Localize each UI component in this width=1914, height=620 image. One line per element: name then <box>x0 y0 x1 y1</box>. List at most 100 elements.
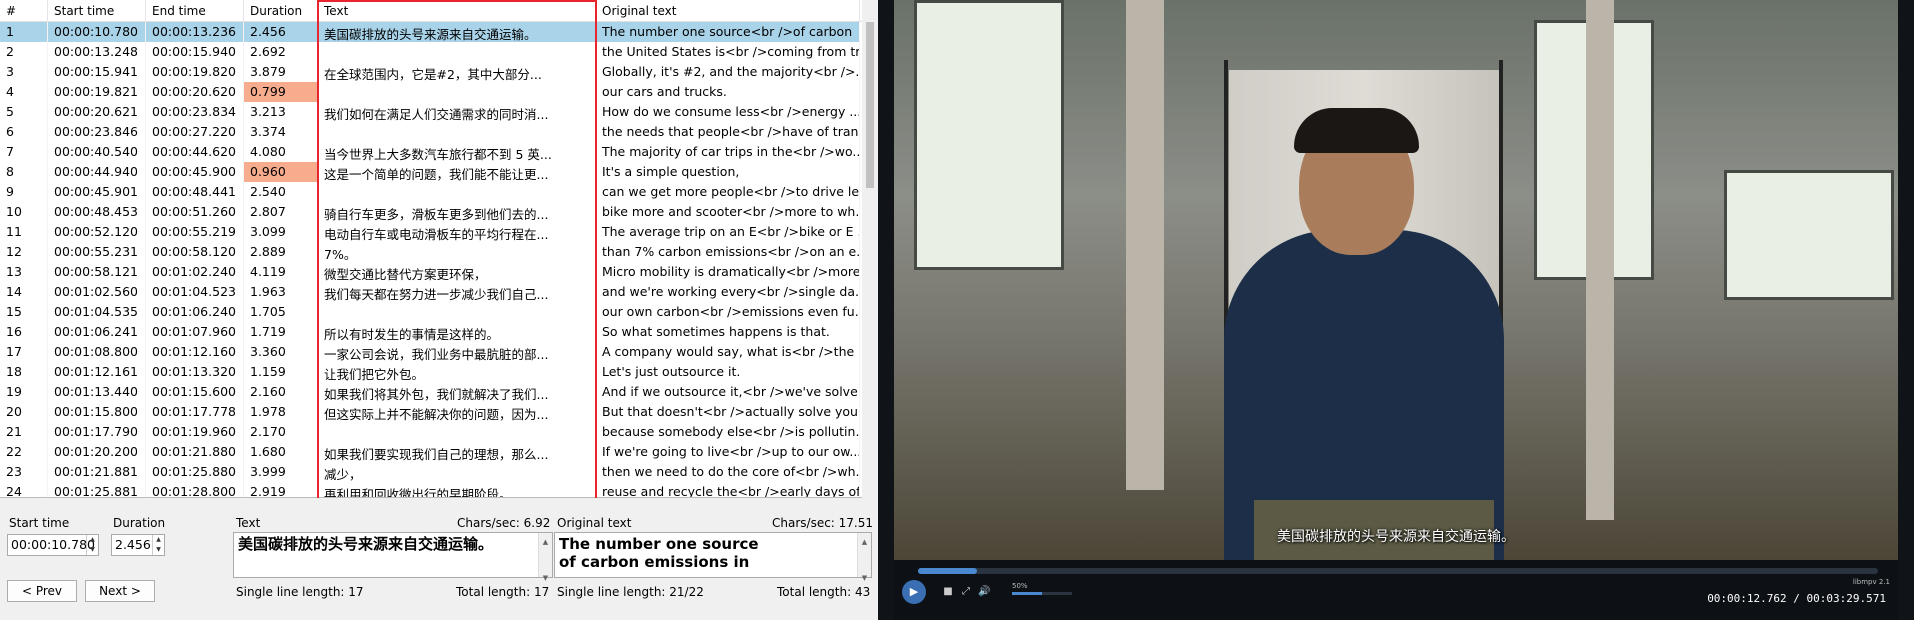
row-text: 再利用和回收微出行的早期阶段。 <box>318 482 596 497</box>
row-duration: 2.692 <box>244 42 318 62</box>
duration-spinner[interactable]: ▲ ▼ <box>152 535 164 555</box>
grid-horizontal-scrollbar[interactable] <box>0 498 878 508</box>
row-text: 让我们把它外包。 <box>318 362 596 382</box>
row-start-time: 00:00:13.248 <box>48 42 146 62</box>
row-duration: 3.999 <box>244 462 318 482</box>
subtitle-grid[interactable]: # Start time End time Duration Text Orig… <box>0 0 862 498</box>
table-row[interactable]: 10 00:00:48.453 00:00:51.260 2.807 骑自行车更多，滑板… <box>0 202 862 222</box>
row-number: 13 <box>0 262 48 282</box>
col-header-text[interactable]: Text <box>318 0 596 21</box>
text-box-scrollbar[interactable]: ▲ ▼ <box>538 533 552 582</box>
row-end-time: 00:01:25.880 <box>146 462 244 482</box>
row-original-text: The majority of car trips in the<br />wo… <box>596 142 860 162</box>
row-number: 20 <box>0 402 48 422</box>
row-number: 12 <box>0 242 48 262</box>
table-row[interactable]: 17 00:01:08.800 00:01:12.160 3.360 一家公司会说，我们… <box>0 342 862 362</box>
original-total-length: Total length: 43 <box>777 585 871 599</box>
row-original-text: Micro mobility is dramatically<br />more… <box>596 262 860 282</box>
row-start-time: 00:01:08.800 <box>48 342 146 362</box>
row-number: 3 <box>0 62 48 82</box>
row-start-time: 00:00:20.621 <box>48 102 146 122</box>
row-original-text: can we get more people<br />to drive le.… <box>596 182 860 202</box>
play-icon[interactable]: ▶ <box>902 580 926 604</box>
table-row[interactable]: 14 00:01:02.560 00:01:04.523 1.963 我们每天都在努力进… <box>0 282 862 302</box>
row-text <box>318 302 596 322</box>
row-duration: 1.680 <box>244 442 318 462</box>
table-row[interactable]: 4 00:00:19.821 00:00:20.620 0.799 our cars a… <box>0 82 862 102</box>
table-row[interactable]: 24 00:01:25.881 00:01:28.800 2.919 再利用和回收微出行… <box>0 482 862 497</box>
row-duration: 0.960 <box>244 162 318 182</box>
seek-bar[interactable] <box>918 568 1878 574</box>
fullscreen-icon[interactable]: ⤢ <box>960 586 972 598</box>
col-header-duration[interactable]: Duration <box>244 0 318 21</box>
table-row[interactable]: 1 00:00:10.780 00:00:13.236 2.456 美国碳排放的头号来源… <box>0 22 862 42</box>
row-text: 如果我们将其外包，我们就解决了我们... <box>318 382 596 402</box>
scrollbar-thumb[interactable] <box>866 22 874 188</box>
row-text <box>318 82 596 102</box>
col-header-original[interactable]: Original text <box>596 0 860 21</box>
table-row[interactable]: 12 00:00:55.231 00:00:58.120 2.889 7%。 than 7… <box>0 242 862 262</box>
text-chars-per-sec: Chars/sec: 6.92 <box>457 516 551 530</box>
table-row[interactable]: 9 00:00:45.901 00:00:48.441 2.540 can we get… <box>0 182 862 202</box>
table-row[interactable]: 23 00:01:21.881 00:01:25.880 3.999 减少， then w… <box>0 462 862 482</box>
row-number: 11 <box>0 222 48 242</box>
row-start-time: 00:01:06.241 <box>48 322 146 342</box>
row-end-time: 00:01:15.600 <box>146 382 244 402</box>
prev-button[interactable]: < Prev <box>7 580 77 602</box>
col-header-number[interactable]: # <box>0 0 48 21</box>
row-original-text: If we're going to live<br />up to our ow… <box>596 442 860 462</box>
row-original-text: our own carbon<br />emissions even fu... <box>596 302 860 322</box>
stop-icon[interactable]: ■ <box>942 586 954 598</box>
table-row[interactable]: 21 00:01:17.790 00:01:19.960 2.170 because s… <box>0 422 862 442</box>
text-edit-box[interactable]: 美国碳排放的头号来源来自交通运输。 ▲ ▼ <box>233 532 553 582</box>
row-end-time: 00:00:13.236 <box>146 22 244 42</box>
row-original-text: because somebody else<br />is pollutin..… <box>596 422 860 442</box>
row-text: 骑自行车更多，滑板车更多到他们去的... <box>318 202 596 222</box>
text-edit-value: 美国碳排放的头号来源来自交通运输。 <box>238 535 494 553</box>
grid-vertical-scrollbar[interactable] <box>862 0 878 498</box>
table-row[interactable]: 8 00:00:44.940 00:00:45.900 0.960 这是一个简单的问题，… <box>0 162 862 182</box>
table-row[interactable]: 16 00:01:06.241 00:01:07.960 1.719 所以有时发生的事情… <box>0 322 862 342</box>
table-row[interactable]: 3 00:00:15.941 00:00:19.820 3.879 在全球范围内，它是#… <box>0 62 862 82</box>
original-text-box[interactable]: The number one source of carbon emission… <box>554 532 872 582</box>
row-original-text: A company would say, what is<br />the ..… <box>596 342 860 362</box>
row-text: 当今世界上大多数汽车旅行都不到 5 英... <box>318 142 596 162</box>
table-row[interactable]: 11 00:00:52.120 00:00:55.219 3.099 电动自行车或电动滑… <box>0 222 862 242</box>
row-start-time: 00:00:15.941 <box>48 62 146 82</box>
row-end-time: 00:00:51.260 <box>146 202 244 222</box>
video-frame[interactable]: 美国碳排放的头号来源来自交通运输。 <box>894 0 1898 560</box>
window-left <box>914 0 1064 270</box>
col-header-end[interactable]: End time <box>146 0 244 21</box>
table-row[interactable]: 20 00:01:15.800 00:01:17.778 1.978 但这实际上并不能解… <box>0 402 862 422</box>
table-row[interactable]: 19 00:01:13.440 00:01:15.600 2.160 如果我们将其外包，… <box>0 382 862 402</box>
row-start-time: 00:01:21.881 <box>48 462 146 482</box>
row-start-time: 00:01:13.440 <box>48 382 146 402</box>
start-time-spinner[interactable]: ▲ ▼ <box>86 535 98 555</box>
col-header-start[interactable]: Start time <box>48 0 146 21</box>
row-number: 14 <box>0 282 48 302</box>
row-text <box>318 422 596 442</box>
row-original-text: Let's just outsource it. <box>596 362 860 382</box>
table-row[interactable]: 13 00:00:58.121 00:01:02.240 4.119 微型交通比替代方案… <box>0 262 862 282</box>
volume-slider[interactable] <box>1012 592 1072 595</box>
table-row[interactable]: 5 00:00:20.621 00:00:23.834 3.213 我们如何在满足人们交… <box>0 102 862 122</box>
row-start-time: 00:00:48.453 <box>48 202 146 222</box>
row-text: 我们每天都在努力进一步减少我们自己... <box>318 282 596 302</box>
row-text: 如果我们要实现我们自己的理想，那么... <box>318 442 596 462</box>
row-start-time: 00:01:15.800 <box>48 402 146 422</box>
row-duration: 1.978 <box>244 402 318 422</box>
table-row[interactable]: 18 00:01:12.161 00:01:13.320 1.159 让我们把它外包。 L… <box>0 362 862 382</box>
row-end-time: 00:01:21.880 <box>146 442 244 462</box>
row-start-time: 00:00:19.821 <box>48 82 146 102</box>
volume-percent: 50% <box>1012 582 1028 590</box>
original-box-scrollbar[interactable]: ▲ ▼ <box>857 533 871 582</box>
next-button[interactable]: Next > <box>85 580 155 602</box>
row-end-time: 00:00:48.441 <box>146 182 244 202</box>
table-row[interactable]: 2 00:00:13.248 00:00:15.940 2.692 the United… <box>0 42 862 62</box>
row-original-text: And if we outsource it,<br />we've solve… <box>596 382 860 402</box>
table-row[interactable]: 7 00:00:40.540 00:00:44.620 4.080 当今世界上大多数汽车… <box>0 142 862 162</box>
table-row[interactable]: 22 00:01:20.200 00:01:21.880 1.680 如果我们要实现我们… <box>0 442 862 462</box>
volume-icon[interactable]: 🔊 <box>978 586 990 598</box>
table-row[interactable]: 15 00:01:04.535 00:01:06.240 1.705 our own c… <box>0 302 862 322</box>
table-row[interactable]: 6 00:00:23.846 00:00:27.220 3.374 the needs … <box>0 122 862 142</box>
